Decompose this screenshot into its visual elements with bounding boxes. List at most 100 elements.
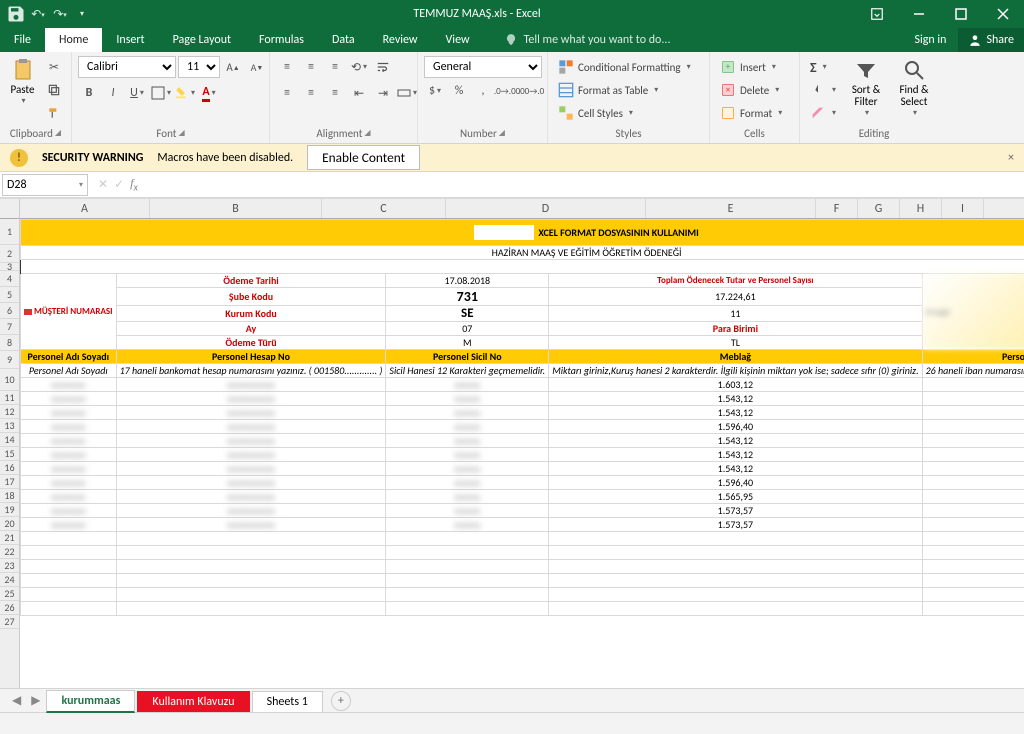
- row-header[interactable]: 19: [0, 503, 19, 517]
- security-close-icon[interactable]: ×: [1008, 151, 1014, 165]
- row-kurum[interactable]: Kurum KoduSE11: [21, 306, 1024, 322]
- align-left-icon[interactable]: ≡: [276, 82, 298, 104]
- fx-enter-icon[interactable]: ✓: [114, 177, 124, 192]
- row-header[interactable]: 13: [0, 419, 19, 433]
- row-header[interactable]: 10: [0, 369, 19, 391]
- col-C[interactable]: C: [322, 199, 446, 218]
- fx-cancel-icon[interactable]: ✕: [98, 177, 108, 192]
- format-cells-button[interactable]: Format: [716, 102, 793, 124]
- tab-review[interactable]: Review: [369, 28, 432, 52]
- increase-indent-icon[interactable]: ⇥: [372, 82, 394, 104]
- percent-icon[interactable]: %: [448, 80, 470, 102]
- font-color-icon[interactable]: A: [198, 82, 220, 104]
- tab-page-layout[interactable]: Page Layout: [159, 28, 245, 52]
- add-sheet-button[interactable]: +: [331, 691, 351, 711]
- sheet-tab-kullanim[interactable]: Kullanım Klavuzu: [137, 691, 249, 712]
- cut-icon[interactable]: ✂: [43, 56, 65, 78]
- tab-nav-prev[interactable]: ◀: [8, 693, 25, 708]
- row-header[interactable]: 1: [0, 219, 19, 245]
- conditional-formatting-button[interactable]: Conditional Formatting: [554, 56, 703, 78]
- share-button[interactable]: Share: [958, 28, 1024, 52]
- bold-icon[interactable]: B: [78, 82, 100, 104]
- row-header[interactable]: 3: [0, 263, 19, 271]
- hint-row[interactable]: Personel Adı Soyadı 17 haneli bankomat h…: [21, 364, 1024, 378]
- number-dialog-icon[interactable]: ◢: [499, 128, 505, 138]
- fill-button[interactable]: [806, 79, 840, 101]
- row-header[interactable]: 18: [0, 489, 19, 503]
- fx-icon[interactable]: fx: [130, 176, 138, 193]
- tab-file[interactable]: File: [0, 28, 45, 52]
- decrease-indent-icon[interactable]: ⇤: [348, 82, 370, 104]
- col-H[interactable]: H: [900, 199, 942, 218]
- tab-nav-next[interactable]: ▶: [27, 693, 44, 708]
- delete-cells-button[interactable]: ×Delete: [716, 79, 793, 101]
- alignment-dialog-icon[interactable]: ◢: [364, 128, 370, 138]
- row-header[interactable]: 15: [0, 447, 19, 461]
- empty-row[interactable]: [21, 588, 1024, 602]
- row-header[interactable]: 23: [0, 559, 19, 573]
- row-header[interactable]: 20: [0, 517, 19, 531]
- comma-icon[interactable]: ,: [472, 80, 494, 102]
- col-E[interactable]: E: [646, 199, 816, 218]
- row-header[interactable]: 8: [0, 335, 19, 351]
- orientation-icon[interactable]: ⟲: [348, 56, 370, 78]
- data-row[interactable]: xxxxxxxxxxxxxxxxxxxxxxxxx1.573,57: [21, 504, 1024, 518]
- tab-insert[interactable]: Insert: [102, 28, 158, 52]
- autosum-button[interactable]: Σ: [806, 56, 840, 78]
- row-header[interactable]: 25: [0, 587, 19, 601]
- align-bottom-icon[interactable]: ≡: [324, 56, 346, 78]
- sheet-table[interactable]: XCEL FORMAT DOSYASININ KULLANIMI HAZİRAN…: [20, 219, 1024, 616]
- worksheet-grid[interactable]: 1234567891011121314151617181920212223242…: [0, 198, 1024, 688]
- signin-button[interactable]: Sign in: [904, 28, 956, 52]
- fill-color-icon[interactable]: [174, 82, 196, 104]
- row-header[interactable]: 27: [0, 615, 19, 629]
- row-header[interactable]: 9: [0, 351, 19, 369]
- save-icon[interactable]: [6, 4, 26, 24]
- increase-font-icon[interactable]: A▲: [222, 56, 244, 78]
- decrease-decimal-icon[interactable]: .00→.0: [520, 80, 542, 102]
- name-box[interactable]: D28▾: [2, 174, 88, 196]
- paste-button[interactable]: Paste: [6, 56, 39, 108]
- data-row[interactable]: xxxxxxxxxxxxxxxxxxxxxxxxx1.543,12: [21, 434, 1024, 448]
- tab-data[interactable]: Data: [318, 28, 369, 52]
- font-dialog-icon[interactable]: ◢: [178, 128, 184, 138]
- ribbon-options-icon[interactable]: [856, 0, 898, 28]
- tab-formulas[interactable]: Formulas: [245, 28, 318, 52]
- subtitle-row[interactable]: HAZİRAN MAAŞ VE EĞİTİM ÖĞRETİM ÖDENEĞİ: [21, 246, 1024, 260]
- row-odeme-tarihi[interactable]: MÜŞTERİ NUMARASI Ödeme Tarihi 17.08.2018…: [21, 274, 1024, 288]
- data-row[interactable]: xxxxxxxxxxxxxxxxxxxxxxxxx1.565,95: [21, 490, 1024, 504]
- empty-row[interactable]: [21, 532, 1024, 546]
- format-painter-icon[interactable]: [43, 102, 65, 124]
- font-size-select[interactable]: 11: [178, 56, 220, 78]
- empty-row[interactable]: [21, 602, 1024, 616]
- row-header[interactable]: 22: [0, 545, 19, 559]
- data-row[interactable]: xxxxxxxxxxxxxxxxxxxxxxxxx1.543,12: [21, 448, 1024, 462]
- sheet-tab-sheets1[interactable]: Sheets 1: [252, 691, 323, 712]
- col-D[interactable]: D: [446, 199, 646, 218]
- sort-filter-button[interactable]: Sort & Filter: [844, 56, 888, 120]
- find-select-button[interactable]: Find & Select: [892, 56, 936, 120]
- row-sube[interactable]: Şube Kodu73117.224,61: [21, 288, 1024, 306]
- column-headers[interactable]: A B C D E F G H I: [20, 199, 1024, 219]
- row-header[interactable]: 5: [0, 287, 19, 303]
- column-header-row[interactable]: Personel Adı Soyadı Personel Hesap No Pe…: [21, 350, 1024, 364]
- data-row[interactable]: xxxxxxxxxxxxxxxxxxxxxxxxx1.543,12: [21, 462, 1024, 476]
- row-header[interactable]: 6: [0, 303, 19, 319]
- row-header[interactable]: 21: [0, 531, 19, 545]
- merge-icon[interactable]: [396, 82, 418, 104]
- row-header[interactable]: 14: [0, 433, 19, 447]
- col-G[interactable]: G: [858, 199, 900, 218]
- increase-decimal-icon[interactable]: .0→.00: [496, 80, 518, 102]
- title-row[interactable]: XCEL FORMAT DOSYASININ KULLANIMI: [21, 220, 1024, 246]
- qat-customize-icon[interactable]: ▾: [72, 4, 92, 24]
- data-row[interactable]: xxxxxxxxxxxxxxxxxxxxxxxxx1.596,40: [21, 420, 1024, 434]
- format-as-table-button[interactable]: Format as Table: [554, 79, 703, 101]
- enable-content-button[interactable]: Enable Content: [307, 145, 420, 170]
- minimize-icon[interactable]: [898, 0, 940, 28]
- row-header[interactable]: 24: [0, 573, 19, 587]
- accounting-format-icon[interactable]: $: [424, 80, 446, 102]
- font-name-select[interactable]: Calibri: [78, 56, 176, 78]
- row-header[interactable]: 7: [0, 319, 19, 335]
- underline-icon[interactable]: U: [126, 82, 148, 104]
- data-row[interactable]: xxxxxxxxxxxxxxxxxxxxxxxxx1.573,57: [21, 518, 1024, 532]
